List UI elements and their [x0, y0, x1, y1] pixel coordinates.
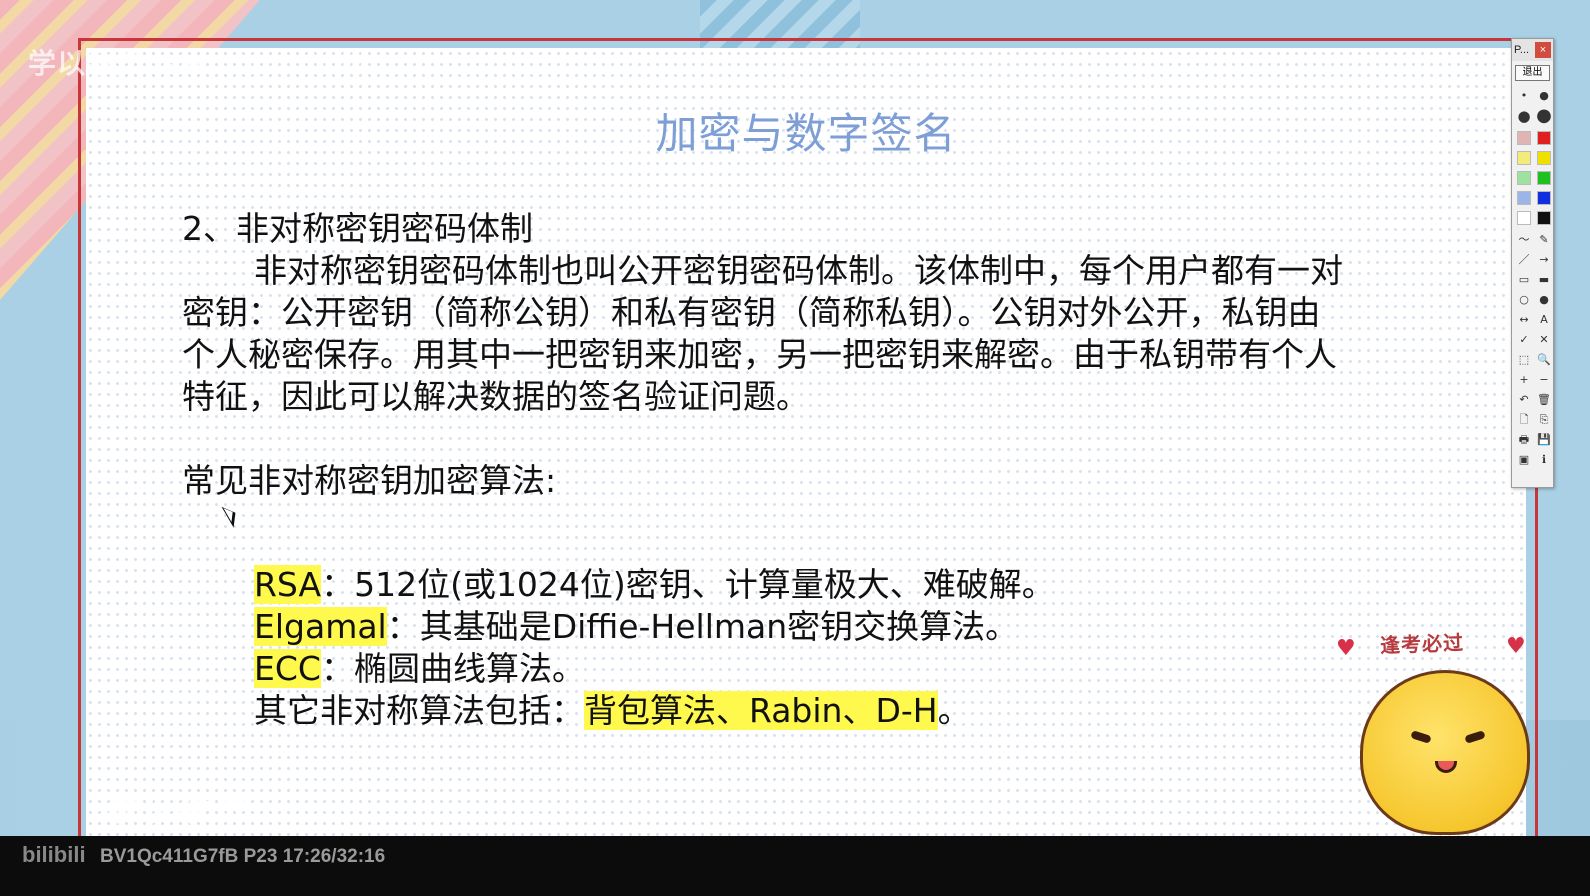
section-heading: 2、非对称密钥密码体制 — [182, 209, 533, 248]
algorithm-item-elgamal: Elgamal：其基础是Diffie-Hellman密钥交换算法。 — [182, 606, 1422, 648]
mascot-sticker — [1360, 670, 1530, 835]
toolbar-tools: 〜 ✎ ／ → ▭ ▬ ○ ● ↔ A ✓ ✕ ⬚ 🔍 + − ↶ 🗑 🗋 ⎘ 🖶 💾 ▣ ℹ — [1512, 229, 1553, 471]
algorithm-name: ECC — [254, 649, 321, 688]
color-swatch[interactable] — [1517, 171, 1531, 185]
toolbar-tool-icon[interactable]: ↶ — [1515, 391, 1533, 409]
toolbar-tool-icon[interactable]: 💾 — [1535, 431, 1553, 449]
mascot-eye — [1410, 730, 1432, 744]
pen-size-small-icon[interactable]: • — [1515, 87, 1533, 105]
toolbar-title: P... — [1514, 44, 1530, 56]
heart-icon: ♥ — [1336, 636, 1356, 661]
heart-icon: ♥ — [1506, 634, 1526, 659]
toolbar-exit-button[interactable]: 退出 — [1515, 65, 1550, 81]
other-algorithms-prefix: 其它非对称算法包括： — [254, 691, 584, 730]
toolbar-tool-icon[interactable]: 〜 — [1515, 231, 1533, 249]
toolbar-color-swatches — [1512, 127, 1553, 229]
color-swatch[interactable] — [1537, 151, 1551, 165]
other-algorithms-suffix: 。 — [937, 691, 971, 730]
toolbar-close-button[interactable]: × — [1535, 42, 1551, 58]
channel-watermark: 学以致知Learning bilibili — [28, 48, 368, 79]
color-swatch[interactable] — [1537, 131, 1551, 145]
paragraph-line-1: 非对称密钥密码体制也叫公开密钥密码体制。该体制中，每个用户都有一对 — [254, 251, 1343, 290]
algorithm-name: Elgamal — [254, 607, 387, 646]
pen-size-medium-icon[interactable]: ● — [1535, 87, 1553, 105]
toolbar-tool-icon[interactable]: + — [1515, 371, 1533, 389]
toolbar-tool-icon[interactable]: 🗑 — [1535, 391, 1553, 409]
algorithm-item-rsa: RSA：512位(或1024位)密钥、计算量极大、难破解。 — [182, 564, 1422, 606]
toolbar-tool-icon[interactable]: − — [1535, 371, 1553, 389]
toolbar-tool-icon[interactable]: 🗋 — [1515, 411, 1533, 429]
slide-title: 加密与数字签名 — [655, 109, 957, 158]
toolbar-tool-icon[interactable]: ✕ — [1535, 331, 1553, 349]
algorithm-name: RSA — [254, 565, 322, 604]
mascot-mouth — [1435, 761, 1457, 773]
toolbar-tool-icon[interactable]: ▬ — [1535, 271, 1553, 289]
color-swatch[interactable] — [1517, 131, 1531, 145]
annotation-toolbar: P... × 退出 • ● ● ● 〜 ✎ ／ → ▭ ▬ ○ ● ↔ A ✓ ✕ ⬚ 🔍 + − ↶ 🗑 🗋 ⎘ 🖶 💾… — [1511, 38, 1554, 488]
video-info-text: BV1Qc411G7fB P23 17:26/32:16 — [100, 846, 386, 867]
toolbar-titlebar: P... × — [1512, 39, 1553, 61]
color-swatch[interactable] — [1517, 211, 1531, 225]
sticker-text: 逢考必过 — [1379, 630, 1465, 658]
color-swatch[interactable] — [1537, 171, 1551, 185]
algorithm-item-ecc: ECC：椭圆曲线算法。 — [182, 648, 1422, 690]
other-algorithms-highlight: 背包算法、Rabin、D-H — [584, 691, 938, 730]
toolbar-tool-icon[interactable]: ⬚ — [1515, 351, 1533, 369]
color-swatch[interactable] — [1517, 151, 1531, 165]
toolbar-tool-icon[interactable]: ▭ — [1515, 271, 1533, 289]
paragraph-line-3: 个人秘密保存。用其中一把密钥来加密，另一把密钥来解密。由于私钥带有个人 — [182, 335, 1337, 374]
toolbar-pen-sizes: • ● ● ● — [1512, 85, 1553, 127]
pen-size-large-icon[interactable]: ● — [1515, 107, 1533, 125]
paragraph-line-2: 密钥：公开密钥（简称公钥）和私有密钥（简称私钥）。公钥对外公开，私钥由 — [182, 293, 1321, 332]
toolbar-tool-icon[interactable]: 🔍 — [1535, 351, 1553, 369]
other-algorithms: 其它非对称算法包括：背包算法、Rabin、D-H。 — [182, 690, 1422, 732]
toolbar-tool-icon[interactable]: ℹ — [1535, 451, 1553, 469]
script-logo: 学以致知 — [104, 794, 248, 829]
toolbar-tool-icon[interactable]: → — [1535, 251, 1553, 269]
color-swatch[interactable] — [1537, 211, 1551, 225]
toolbar-tool-icon[interactable]: ✎ — [1535, 231, 1553, 249]
toolbar-tool-icon[interactable]: 🖶 — [1515, 431, 1533, 449]
color-swatch[interactable] — [1537, 191, 1551, 205]
toolbar-tool-icon[interactable]: A — [1535, 311, 1553, 329]
slide-body: 2、非对称密钥密码体制 非对称密钥密码体制也叫公开密钥密码体制。该体制中，每个用… — [182, 208, 1422, 732]
toolbar-tool-icon[interactable]: ○ — [1515, 291, 1533, 309]
mascot-eye — [1464, 730, 1486, 744]
toolbar-tool-icon[interactable]: ／ — [1515, 251, 1533, 269]
algorithms-heading: 常见非对称密钥加密算法: — [182, 461, 557, 500]
toolbar-tool-icon[interactable]: ✓ — [1515, 331, 1533, 349]
algorithm-desc: ：其基础是Diffie-Hellman密钥交换算法。 — [386, 607, 1019, 646]
toolbar-tool-icon[interactable]: ⎘ — [1535, 411, 1553, 429]
toolbar-tool-icon[interactable]: ↔ — [1515, 311, 1533, 329]
toolbar-tool-icon[interactable]: ▣ — [1515, 451, 1533, 469]
bilibili-logo: bilibili — [22, 842, 86, 867]
toolbar-tool-icon[interactable]: ● — [1535, 291, 1553, 309]
algorithm-desc: ：椭圆曲线算法。 — [320, 649, 585, 688]
slide: 加密与数字签名 2、非对称密钥密码体制 非对称密钥密码体制也叫公开密钥密码体制。… — [86, 48, 1526, 838]
algorithm-desc: ：512位(或1024位)密钥、计算量极大、难破解。 — [321, 565, 1055, 604]
pen-size-xlarge-icon[interactable]: ● — [1535, 107, 1553, 125]
color-swatch[interactable] — [1517, 191, 1531, 205]
paragraph-line-4: 特征，因此可以解决数据的签名验证问题。 — [182, 377, 809, 416]
